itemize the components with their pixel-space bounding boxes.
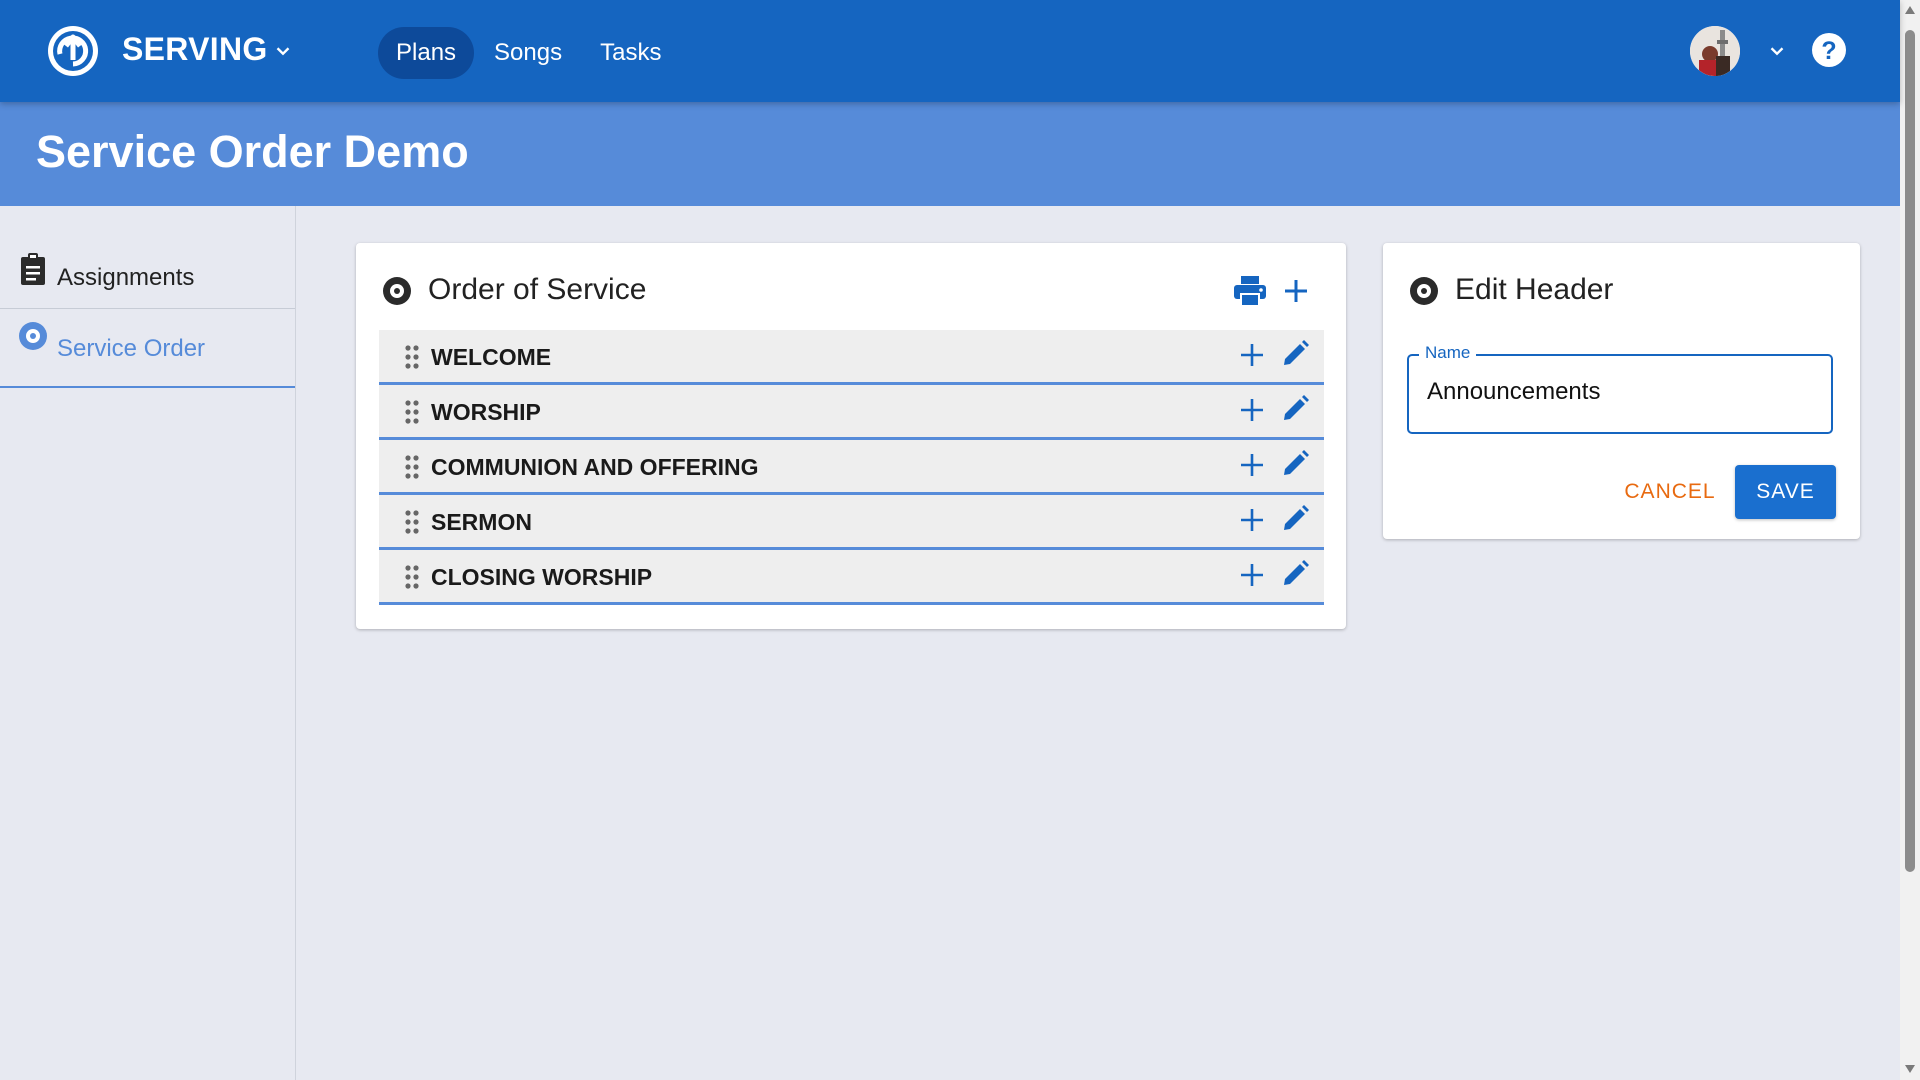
cancel-button[interactable]: CANCEL xyxy=(1615,465,1725,519)
name-input[interactable] xyxy=(1427,378,1807,406)
add-icon[interactable] xyxy=(1237,395,1267,425)
avatar-photo-icon xyxy=(1690,26,1740,76)
drag-handle-icon[interactable] xyxy=(404,344,420,370)
list-item[interactable]: WELCOME xyxy=(379,330,1324,385)
nav-plans[interactable]: Plans xyxy=(378,27,475,79)
order-of-service-card: Order of Service WELCOME WORSHIP COMMUNI… xyxy=(356,243,1346,629)
scrollbar[interactable] xyxy=(1900,0,1920,1080)
sidebar: Assignments Service Order xyxy=(0,206,296,1080)
drag-handle-icon[interactable] xyxy=(404,509,420,535)
chevron-down-icon[interactable] xyxy=(1766,40,1788,62)
card-title: Edit Header xyxy=(1455,273,1614,306)
sidebar-item-assignments[interactable]: Assignments xyxy=(0,206,295,309)
list-item-label: SERMON xyxy=(431,509,532,535)
svg-text:?: ? xyxy=(1821,37,1836,65)
list-item-label: CLOSING WORSHIP xyxy=(431,564,653,590)
list-item[interactable]: WORSHIP xyxy=(379,385,1324,440)
edit-icon[interactable] xyxy=(1279,503,1311,535)
list-item-label: WELCOME xyxy=(431,344,552,370)
drag-handle-icon[interactable] xyxy=(404,454,420,480)
page-title: Service Order Demo xyxy=(36,126,469,177)
disc-icon xyxy=(19,322,47,350)
edit-icon[interactable] xyxy=(1279,448,1311,480)
sidebar-item-label: Assignments xyxy=(57,264,195,291)
top-app-bar: SERVING Plans Songs Tasks ? xyxy=(0,0,1900,102)
add-icon[interactable] xyxy=(1280,275,1312,307)
sidebar-item-label: Service Order xyxy=(57,335,206,362)
list-item-label: COMMUNION AND OFFERING xyxy=(431,454,759,480)
avatar[interactable] xyxy=(1690,26,1740,76)
edit-icon[interactable] xyxy=(1279,393,1311,425)
edit-icon[interactable] xyxy=(1279,338,1311,370)
drag-handle-icon[interactable] xyxy=(404,399,420,425)
save-button[interactable]: SAVE xyxy=(1735,465,1836,519)
main-nav: Plans Songs Tasks xyxy=(378,27,681,79)
add-icon[interactable] xyxy=(1237,340,1267,370)
page-header: Service Order Demo xyxy=(0,102,1900,206)
list-item[interactable]: SERMON xyxy=(379,495,1324,550)
drag-handle-icon[interactable] xyxy=(404,564,420,590)
print-icon[interactable] xyxy=(1232,273,1268,309)
scroll-thumb[interactable] xyxy=(1905,30,1915,872)
edit-header-card: Edit Header Name CANCEL SAVE xyxy=(1383,243,1860,539)
app-logo-icon[interactable] xyxy=(46,24,100,78)
sidebar-item-service-order[interactable]: Service Order xyxy=(0,309,295,388)
disc-icon xyxy=(1410,277,1438,305)
add-icon[interactable] xyxy=(1237,505,1267,535)
list-item-label: WORSHIP xyxy=(431,399,541,425)
card-title: Order of Service xyxy=(428,273,647,306)
list-item[interactable]: CLOSING WORSHIP xyxy=(379,550,1324,605)
edit-icon[interactable] xyxy=(1279,558,1311,590)
brand-name[interactable]: SERVING xyxy=(122,31,268,68)
name-field: Name xyxy=(1407,343,1833,434)
service-order-list: WELCOME WORSHIP COMMUNION AND OFFERING S… xyxy=(379,330,1324,605)
add-icon[interactable] xyxy=(1237,450,1267,480)
add-icon[interactable] xyxy=(1237,560,1267,590)
nav-tasks[interactable]: Tasks xyxy=(582,27,679,79)
disc-icon xyxy=(383,277,411,305)
nav-songs[interactable]: Songs xyxy=(476,27,580,79)
name-field-label: Name xyxy=(1419,343,1477,363)
chevron-down-icon[interactable] xyxy=(272,40,294,62)
clipboard-icon xyxy=(21,253,45,285)
scroll-down-icon[interactable] xyxy=(1905,1065,1915,1073)
help-icon[interactable]: ? xyxy=(1811,32,1847,68)
scroll-up-icon[interactable] xyxy=(1905,6,1915,14)
list-item[interactable]: COMMUNION AND OFFERING xyxy=(379,440,1324,495)
